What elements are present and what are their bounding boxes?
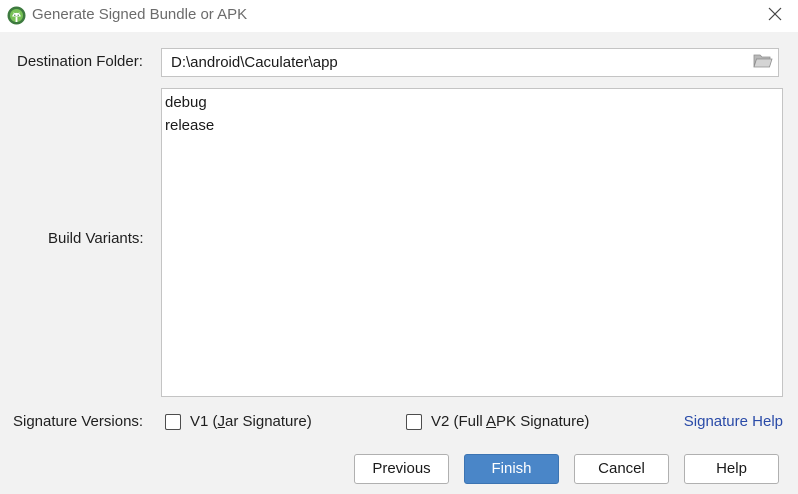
list-item-release[interactable]: release: [164, 114, 215, 137]
cancel-button[interactable]: Cancel: [574, 454, 669, 484]
android-studio-icon: [7, 6, 26, 25]
destination-folder-field[interactable]: [161, 48, 779, 77]
destination-folder-input[interactable]: [162, 49, 742, 76]
v1-label-suffix: ar Signature): [225, 413, 312, 430]
window-title: Generate Signed Bundle or APK: [32, 6, 248, 23]
destination-folder-label: Destination Folder:: [17, 53, 143, 70]
folder-open-icon: [753, 53, 773, 73]
help-button[interactable]: Help: [684, 454, 779, 484]
finish-button[interactable]: Finish: [464, 454, 559, 484]
v2-signature-label: V2 (Full APK Signature): [431, 413, 589, 430]
v1-signature-label: V1 (Jar Signature): [190, 413, 312, 430]
v2-label-prefix: V2 (Full: [431, 413, 487, 430]
title-bar: Generate Signed Bundle or APK: [0, 0, 798, 32]
v2-label-suffix: PK Signature): [496, 413, 590, 430]
v1-signature-option[interactable]: V1 (Jar Signature): [165, 413, 312, 430]
v1-signature-checkbox[interactable]: [165, 413, 181, 430]
v2-label-mnemonic: A: [486, 413, 497, 430]
close-button[interactable]: [752, 0, 798, 32]
close-icon: [768, 7, 782, 25]
browse-folder-button[interactable]: [752, 53, 774, 73]
build-variants-list[interactable]: debug release: [161, 88, 783, 397]
v2-signature-checkbox[interactable]: [406, 413, 422, 430]
build-variants-label: Build Variants:: [48, 230, 144, 247]
signature-versions-label: Signature Versions:: [13, 413, 144, 430]
v1-label-mnemonic: J: [217, 413, 226, 430]
v2-signature-option[interactable]: V2 (Full APK Signature): [406, 413, 589, 430]
list-item-debug[interactable]: debug: [164, 91, 208, 114]
previous-button[interactable]: Previous: [354, 454, 449, 484]
signature-help-link[interactable]: Signature Help: [684, 413, 783, 430]
v1-label-prefix: V1 (: [190, 413, 218, 430]
